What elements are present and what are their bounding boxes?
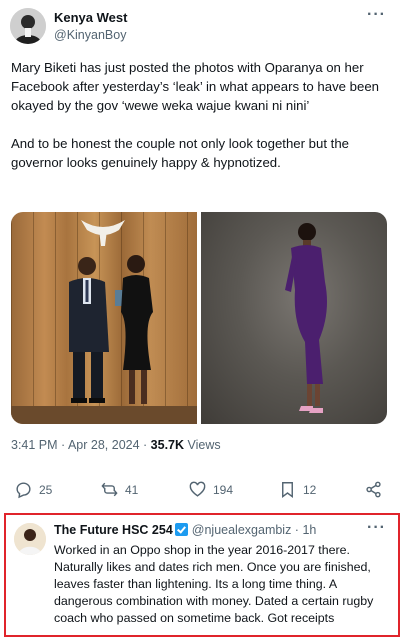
like-icon [189,481,206,497]
photo-woman-purple[interactable] [201,212,387,424]
reply-author-handle[interactable]: @njuealexgambiz · 1h [192,523,317,537]
tweet-media[interactable] [11,212,387,424]
bookmark-icon [282,482,293,499]
timestamp[interactable]: 3:41 PM · Apr 28, 2024 · [11,438,151,452]
tweet-meta: 3:41 PM · Apr 28, 2024 · 35.7K Views [11,438,221,452]
reply-text: Worked in an Oppo shop in the year 2016-… [54,543,374,625]
action-bar: 25 41 194 12 [0,480,404,504]
tweet-text: Mary Biketi has just posted the photos w… [11,58,395,191]
author-name[interactable]: Kenya West [54,10,127,25]
reply-tweet[interactable]: The Future HSC 254 @njuealexgambiz · 1h ·… [4,513,400,637]
photo-couple[interactable] [11,212,197,424]
tweet-paragraph: And to be honest the couple not only loo… [11,136,349,170]
tweet-paragraph: Mary Biketi has just posted the photos w… [11,60,380,113]
like-button[interactable]: 194 [188,480,233,499]
reply-author-name[interactable]: The Future HSC 254 [54,523,173,537]
repost-icon [101,482,118,497]
verified-icon [174,523,188,536]
reply-count: 25 [39,482,53,497]
bookmark-count: 12 [303,482,317,497]
views-count: 35.7K [150,438,185,452]
reply-button[interactable]: 25 [14,480,52,499]
reply-author-line: The Future HSC 254 @njuealexgambiz · 1h [54,523,316,537]
share-icon [366,481,381,498]
author-handle[interactable]: @KinyanBoy [54,28,126,42]
author-avatar[interactable] [10,8,46,44]
like-count: 194 [213,482,234,497]
views-label: Views [184,438,221,452]
repost-count: 41 [125,482,139,497]
repost-button[interactable]: 41 [100,480,138,499]
bookmark-button[interactable]: 12 [278,480,316,499]
share-button[interactable] [364,480,383,499]
main-tweet: Kenya West @KinyanBoy ··· Mary Biketi ha… [0,0,404,508]
more-icon[interactable]: ··· [367,519,386,537]
more-icon[interactable]: ··· [367,6,386,24]
reply-avatar[interactable] [14,523,46,555]
reply-icon [16,482,31,499]
